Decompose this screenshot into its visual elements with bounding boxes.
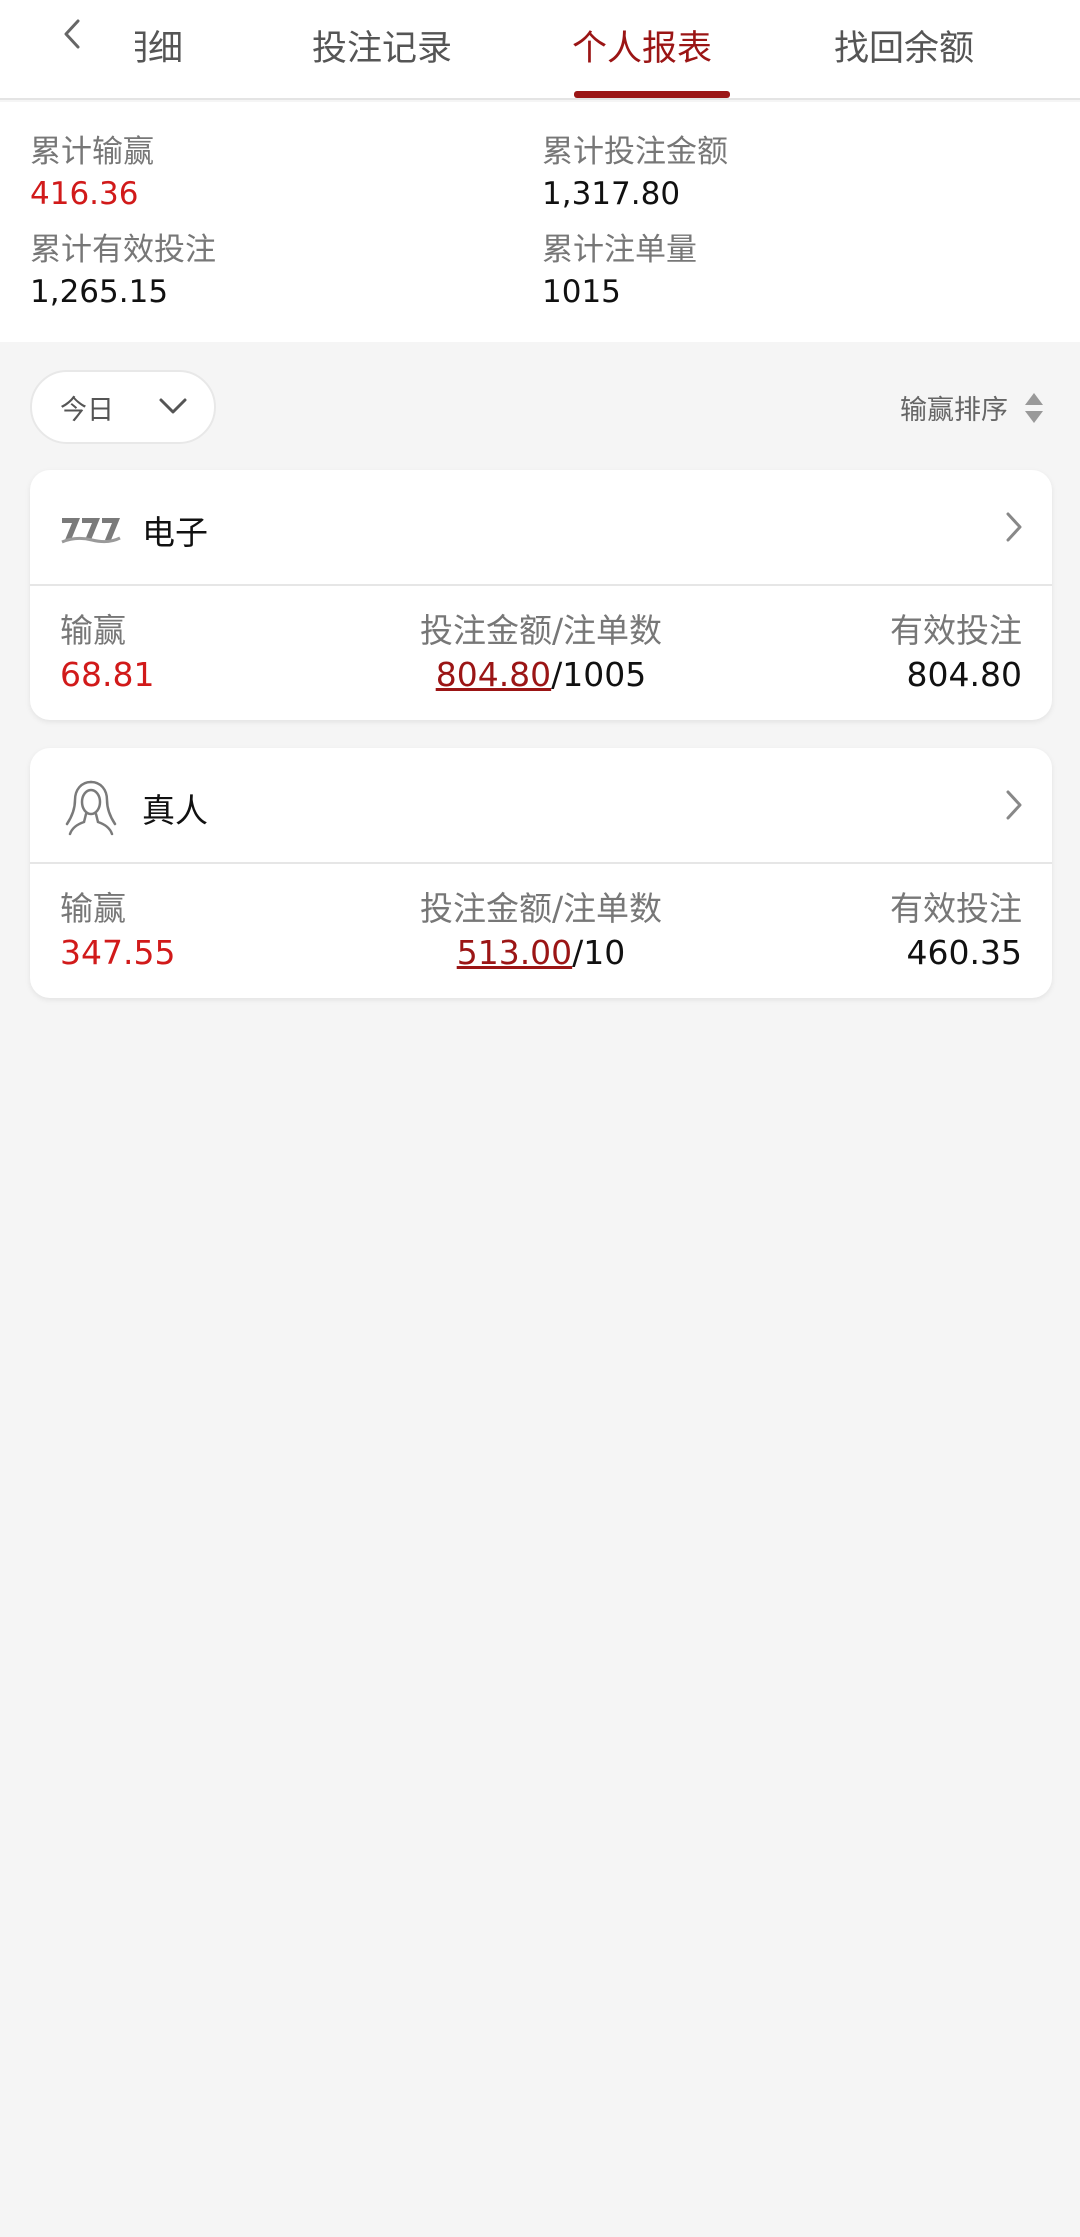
card-header[interactable]: 电子 xyxy=(30,470,1052,586)
tab-recover-balance[interactable]: 找回余额 xyxy=(834,20,974,71)
summary-label: 累计有效投注 xyxy=(30,232,216,268)
valid-bet-label: 有效投注 xyxy=(890,611,1022,650)
summary-label: 累计投注金额 xyxy=(542,134,728,170)
summary-valid-bet: 累计有效投注 1,265.15 xyxy=(30,230,216,312)
bet-count: /1005 xyxy=(551,655,647,694)
chevron-right-icon xyxy=(1006,512,1022,542)
summary-bet-amount: 累计投注金额 1,317.80 xyxy=(542,132,728,214)
game-card-live: 真人 输赢 347.55 投注金额/注单数 513.00/10 有效投注 460… xyxy=(30,748,1052,998)
bet-count: /10 xyxy=(572,933,626,972)
summary-panel: 累计输赢 416.36 累计投注金额 1,317.80 累计有效投注 1,265… xyxy=(0,102,1080,342)
sort-by-win-loss-button[interactable]: 输赢排序 xyxy=(900,388,1044,427)
valid-bet-value: 804.80 xyxy=(906,655,1022,694)
date-range-label: 今日 xyxy=(60,394,114,426)
live-dealer-icon xyxy=(65,780,117,836)
valid-bet-column: 有效投注 804.80 xyxy=(890,610,1022,696)
summary-bet-count: 累计注单量 1015 xyxy=(542,230,697,312)
top-nav-bar: 明细 投注记录 个人报表 找回余额 xyxy=(0,0,1080,100)
summary-value: 1,317.80 xyxy=(542,176,681,212)
summary-label: 累计输赢 xyxy=(30,134,154,170)
card-header[interactable]: 真人 xyxy=(30,748,1052,864)
bet-amount-link[interactable]: 513.00 xyxy=(457,933,572,972)
valid-bet-value: 460.35 xyxy=(906,933,1022,972)
summary-value: 1,265.15 xyxy=(30,274,169,310)
tab-personal-report[interactable]: 个人报表 xyxy=(572,20,712,71)
filter-row: 今日 输赢排序 xyxy=(0,370,1080,444)
valid-bet-label: 有效投注 xyxy=(890,889,1022,928)
sort-label: 输赢排序 xyxy=(900,395,1008,426)
tab-details[interactable]: 明细 xyxy=(135,20,183,71)
sort-icon xyxy=(1025,392,1043,423)
tab-bet-records[interactable]: 投注记录 xyxy=(312,20,452,71)
valid-bet-column: 有效投注 460.35 xyxy=(890,888,1022,974)
card-title: 电子 xyxy=(142,513,208,552)
chevron-right-icon xyxy=(1006,790,1022,820)
tab-strip: 明细 投注记录 个人报表 找回余额 xyxy=(0,0,1080,100)
card-title: 真人 xyxy=(142,791,208,830)
chevron-down-icon xyxy=(159,398,187,414)
date-range-select[interactable]: 今日 xyxy=(30,370,216,444)
summary-label: 累计注单量 xyxy=(542,232,697,268)
active-tab-indicator xyxy=(574,91,730,98)
summary-win-loss: 累计输赢 416.36 xyxy=(30,132,154,214)
summary-value: 416.36 xyxy=(30,176,139,212)
game-card-electronic: 电子 输赢 68.81 投注金额/注单数 804.80/1005 有效投注 80… xyxy=(30,470,1052,720)
summary-value: 1015 xyxy=(542,274,621,310)
slot-777-icon xyxy=(61,518,121,544)
bet-amount-link[interactable]: 804.80 xyxy=(436,655,551,694)
